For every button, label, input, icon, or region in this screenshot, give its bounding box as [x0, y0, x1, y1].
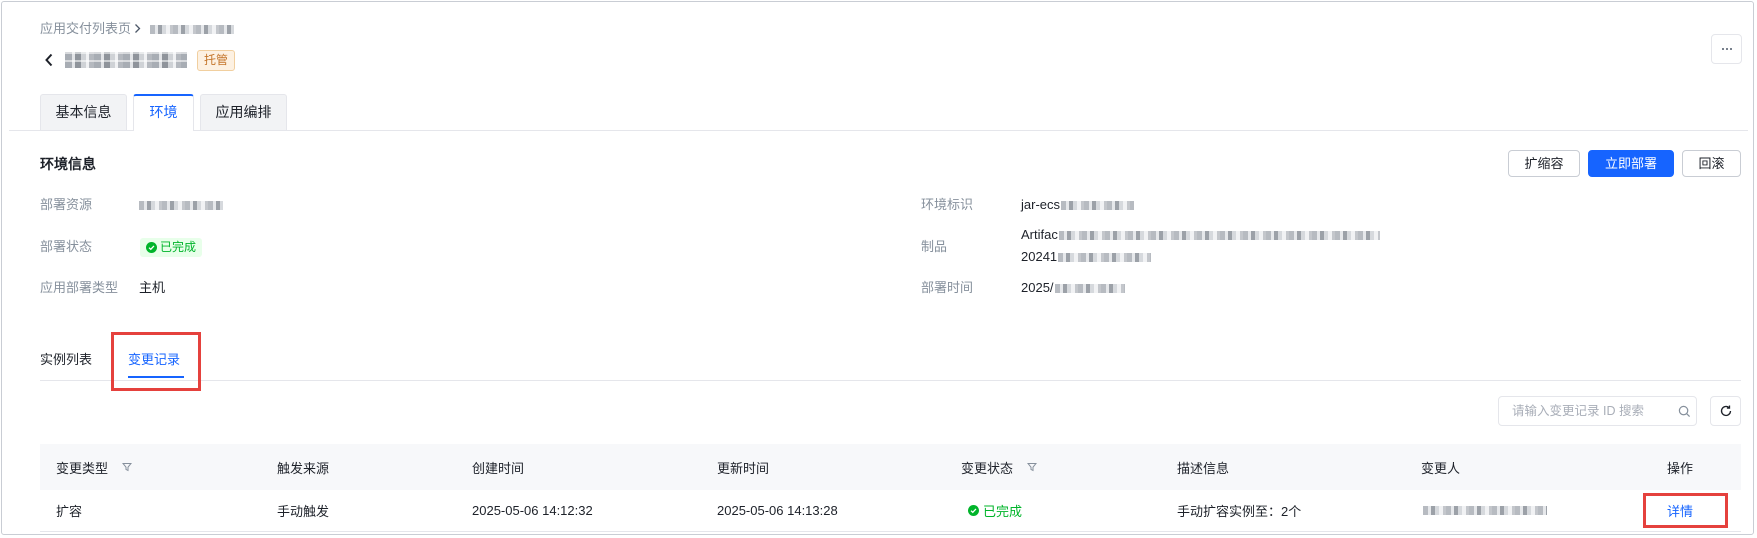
column-header-change-type: 变更类型	[56, 444, 133, 490]
deploy-time-redacted	[1054, 284, 1125, 294]
more-icon	[1721, 48, 1732, 50]
deploy-type-label: 应用部署类型	[40, 280, 119, 295]
column-header-description: 描述信息	[1177, 460, 1230, 476]
cell-change-type: 扩容	[56, 504, 83, 519]
managed-badge: 托管	[197, 50, 235, 71]
deploy-status-text: 已完成	[159, 240, 196, 254]
deploy-time-label: 部署时间	[921, 280, 974, 295]
column-header-operator: 变更人	[1421, 460, 1461, 476]
deploy-resource-value-redacted	[139, 201, 223, 210]
env-id-label: 环境标识	[921, 197, 974, 212]
cell-created-time: 2025-05-06 14:12:32	[472, 503, 593, 518]
env-info-title: 环境信息	[40, 156, 96, 172]
check-circle-icon	[145, 242, 157, 253]
deploy-status-badge: 已完成	[140, 238, 202, 257]
tabs-divider	[9, 130, 1748, 131]
subtabs-divider	[40, 380, 1741, 381]
subtab-instance-list[interactable]: 实例列表	[40, 350, 92, 370]
table-row: 扩容 手动触发 2025-05-06 14:12:32 2025-05-06 1…	[40, 490, 1741, 532]
check-circle-icon	[968, 505, 979, 516]
operator-redacted	[1423, 506, 1547, 515]
env-id-value: jar-ecs	[1021, 195, 1135, 215]
refresh-icon	[1720, 405, 1731, 417]
table-header: 变更类型 触发来源 创建时间 更新时间 变更状态 描述信息 变更人 操作	[40, 444, 1741, 490]
artifact-version-redacted	[1058, 253, 1152, 263]
tab-environment[interactable]: 环境	[133, 94, 194, 131]
artifact-value-line1: Artifac	[1021, 225, 1380, 245]
cell-operator	[1423, 490, 1547, 531]
more-button[interactable]	[1711, 34, 1742, 64]
breadcrumb-chevron-icon	[135, 24, 141, 33]
deploy-resource-label: 部署资源	[40, 197, 93, 212]
rollback-button[interactable]: 回滚	[1682, 150, 1741, 177]
search-input[interactable]	[1499, 397, 1682, 425]
column-header-actions: 操作	[1667, 460, 1694, 476]
back-arrow-icon[interactable]	[44, 53, 54, 67]
column-header-trigger-source: 触发来源	[277, 460, 330, 476]
env-id-redacted	[1061, 201, 1135, 211]
cell-change-status: 已完成	[968, 490, 1022, 531]
refresh-button[interactable]	[1710, 396, 1741, 426]
deploy-status-label: 部署状态	[40, 239, 93, 254]
env-id-prefix: jar-ecs	[1021, 197, 1061, 212]
deploy-now-button[interactable]: 立即部署	[1588, 150, 1674, 177]
cell-description: 手动扩容实例至：2个	[1177, 504, 1302, 519]
tab-basic-info[interactable]: 基本信息	[40, 94, 127, 130]
cell-updated-time: 2025-05-06 14:13:28	[717, 503, 838, 518]
scale-button[interactable]: 扩缩容	[1508, 150, 1580, 177]
filter-icon[interactable]	[1027, 462, 1038, 472]
breadcrumb-root-link[interactable]: 应用交付列表页	[40, 20, 131, 38]
search-box	[1498, 396, 1697, 426]
filter-icon[interactable]	[122, 462, 133, 472]
breadcrumb-current-redacted	[150, 25, 234, 34]
highlight-box-details	[1643, 493, 1728, 528]
artifact-value-line2: 20241	[1021, 247, 1152, 267]
artifact-name-redacted	[1058, 231, 1380, 241]
status-text: 已完成	[983, 504, 1023, 519]
cell-trigger-source: 手动触发	[277, 504, 330, 519]
column-header-updated-time: 更新时间	[717, 460, 770, 476]
column-header-label: 变更类型	[56, 460, 109, 476]
page-title-redacted	[65, 52, 187, 68]
column-header-label: 变更状态	[961, 460, 1014, 476]
column-header-created-time: 创建时间	[472, 460, 525, 476]
deploy-time-prefix: 2025/	[1021, 280, 1054, 295]
artifact-name-prefix: Artifac	[1021, 227, 1058, 242]
tab-app-orchestration[interactable]: 应用编排	[200, 94, 287, 130]
search-icon[interactable]	[1678, 405, 1691, 418]
artifact-label: 制品	[921, 239, 948, 254]
deploy-type-value: 主机	[139, 280, 166, 295]
highlight-box-change-records	[111, 332, 201, 391]
deploy-time-value: 2025/	[1021, 278, 1125, 298]
column-header-change-status: 变更状态	[961, 444, 1038, 490]
artifact-version-prefix: 20241	[1021, 249, 1058, 264]
